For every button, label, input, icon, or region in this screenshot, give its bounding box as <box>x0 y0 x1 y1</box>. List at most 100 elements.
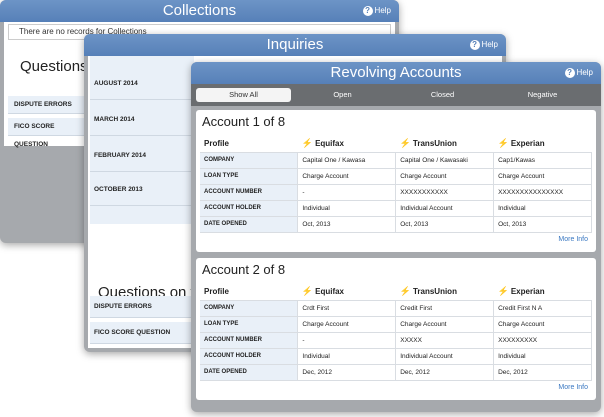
bureau-experian-header: ⚡ Experian <box>493 136 592 153</box>
help-label: Help <box>374 6 391 15</box>
table-row: COMPANY Crdt First Credit First Credit F… <box>200 300 592 317</box>
filter-tabs: Show All Open Closed Negative <box>191 84 601 106</box>
profile-header: Profile <box>200 136 298 153</box>
row-label-loan-type: LOAN TYPE <box>200 316 299 333</box>
bureau-transunion-header: ⚡ TransUnion <box>395 136 494 153</box>
lightning-icon: ⚡ <box>399 138 411 149</box>
row-label-account-number: ACCOUNT NUMBER <box>200 184 299 201</box>
help-label: Help <box>576 68 593 77</box>
table-cell: - <box>297 332 397 349</box>
bureau-experian-header: ⚡ Experian <box>493 284 592 301</box>
table-cell: Individual Account <box>395 200 495 217</box>
inquiry-month: OCTOBER 2013 <box>90 174 194 206</box>
help-icon: ? <box>564 67 575 78</box>
bureau-equifax-header: ⚡ Equifax <box>297 136 396 153</box>
table-cell: Charge Account <box>493 316 592 333</box>
dispute-errors-row[interactable]: DISPUTE ERRORS <box>8 96 88 114</box>
collections-help-link[interactable]: ? Help <box>362 0 391 22</box>
profile-header: Profile <box>200 284 298 301</box>
bureau-name: Equifax <box>315 139 344 149</box>
more-info-link[interactable]: More Info <box>558 384 588 391</box>
table-cell: Credit First <box>395 300 495 317</box>
table-row: ACCOUNT NUMBER - XXXXXXXXXXX XXXXXXXXXXX… <box>200 184 592 201</box>
table-row: ACCOUNT NUMBER - XXXXX XXXXXXXXX <box>200 332 592 349</box>
revolving-accounts-panel: Revolving Accounts ? Help Show All Open C… <box>191 62 601 412</box>
table-cell: Individual <box>297 200 397 217</box>
tab-closed[interactable]: Closed <box>395 88 490 102</box>
row-label-account-holder: ACCOUNT HOLDER <box>200 200 299 217</box>
table-cell: Oct, 2013 <box>297 216 397 233</box>
table-cell: Individual <box>493 348 592 365</box>
bureau-name: Equifax <box>315 287 345 297</box>
table-row: LOAN TYPE Charge Account Charge Account … <box>200 168 592 185</box>
table-row: DATE OPENED Oct, 2013 Oct, 2013 Oct, 201… <box>200 216 592 233</box>
bureau-name: Experian <box>510 287 545 297</box>
lightning-icon: ⚡ <box>301 286 314 297</box>
lightning-icon: ⚡ <box>301 138 314 149</box>
revolving-help-link[interactable]: ? Help <box>564 62 593 84</box>
account-table: Profile ⚡ Equifax ⚡ TransUnion ⚡ Experian C… <box>200 284 592 381</box>
more-info-link[interactable]: More Info <box>558 236 588 243</box>
account-table: Profile ⚡ Equifax ⚡ TransUnion ⚡ Experian C… <box>200 136 592 233</box>
table-row: LOAN TYPE Charge Account Charge Account … <box>200 316 592 333</box>
tab-negative[interactable]: Negative <box>495 88 590 102</box>
table-cell: Dec, 2012 <box>493 364 592 381</box>
row-label-account-number: ACCOUNT NUMBER <box>200 332 299 349</box>
table-cell: Oct, 2013 <box>493 216 592 233</box>
table-cell: Charge Account <box>297 316 397 333</box>
fico-score-question-row[interactable]: FICO SCORE QUESTION <box>8 118 88 148</box>
table-cell: XXXXXXXXX <box>493 332 592 349</box>
inquiries-header: Inquiries ? Help <box>84 34 506 56</box>
dispute-errors-row[interactable]: DISPUTE ERRORS <box>90 296 194 318</box>
table-cell: Individual Account <box>395 348 495 365</box>
table-cell: XXXXXXXXXXX <box>395 184 495 201</box>
table-cell: Charge Account <box>395 316 495 333</box>
table-cell: Credit First N A <box>493 300 592 317</box>
collections-header: Collections ? Help <box>0 0 399 22</box>
lightning-icon: ⚡ <box>399 286 411 297</box>
bureau-name: TransUnion <box>412 139 457 149</box>
help-label: Help <box>481 40 498 49</box>
bureau-transunion-header: ⚡ TransUnion <box>395 284 494 301</box>
table-row: ACCOUNT HOLDER Individual Individual Acc… <box>200 200 592 217</box>
fico-score-question-row[interactable]: FICO SCORE QUESTION <box>90 322 194 344</box>
row-label-account-holder: ACCOUNT HOLDER <box>200 348 299 365</box>
row-label-company: COMPANY <box>200 300 299 317</box>
table-cell: Capital One / Kawasaki <box>395 152 495 169</box>
account-card-2: Account 2 of 8 Profile ⚡ Equifax ⚡ TransUn… <box>196 258 596 400</box>
table-cell: - <box>297 184 397 201</box>
table-cell: Crdt First <box>297 300 397 317</box>
lightning-icon: ⚡ <box>497 286 509 297</box>
table-row: DATE OPENED Dec, 2012 Dec, 2012 Dec, 201… <box>200 364 592 381</box>
collections-title: Collections <box>162 2 237 19</box>
table-cell: Dec, 2012 <box>395 364 495 381</box>
inquiry-month: MARCH 2014 <box>90 104 194 136</box>
bureau-name: Experian <box>510 139 545 149</box>
table-cell: Charge Account <box>395 168 495 185</box>
table-cell: XXXXX <box>395 332 495 349</box>
table-row: COMPANY Capital One / Kawasa Capital One… <box>200 152 592 169</box>
table-cell: Oct, 2013 <box>395 216 495 233</box>
account-title: Account 2 of 8 <box>202 262 286 277</box>
account-card-1: Account 1 of 8 Profile ⚡ Equifax ⚡ TransUn… <box>196 110 596 252</box>
revolving-title: Revolving Accounts <box>330 64 462 81</box>
bureau-equifax-header: ⚡ Equifax <box>297 284 396 301</box>
inquiries-help-link[interactable]: ? Help <box>469 34 498 56</box>
tab-show-all[interactable]: Show All <box>196 88 291 102</box>
row-label-date-opened: DATE OPENED <box>200 364 299 381</box>
help-icon: ? <box>469 39 480 50</box>
tab-open[interactable]: Open <box>295 88 390 102</box>
bureau-name: TransUnion <box>412 287 457 297</box>
revolving-header: Revolving Accounts ? Help <box>191 62 601 84</box>
table-cell: Individual <box>297 348 397 365</box>
account-title: Account 1 of 8 <box>202 114 286 129</box>
help-icon: ? <box>362 5 373 16</box>
table-cell: Cap1/Kawas <box>493 152 592 169</box>
inquiry-month: FEBRUARY 2014 <box>90 140 194 172</box>
row-label-date-opened: DATE OPENED <box>200 216 299 233</box>
inquiry-month: AUGUST 2014 <box>90 68 194 100</box>
row-label-loan-type: LOAN TYPE <box>200 168 299 185</box>
table-cell: XXXXXXXXXXXXXXX <box>493 184 592 201</box>
table-cell: Individual <box>493 200 592 217</box>
lightning-icon: ⚡ <box>497 138 509 149</box>
